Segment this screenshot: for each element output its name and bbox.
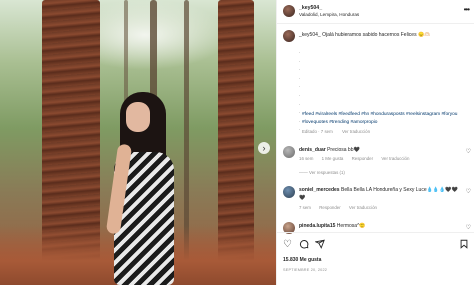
bookmark-icon[interactable] [459,239,469,253]
comment-text: soniel_mercedes Bella Bella LA Hondureña… [299,186,461,202]
caption-hashtags[interactable]: #feed #viralreels #feedfeed #hn #hondura… [302,111,472,127]
heart-icon[interactable]: ♡ [283,239,292,251]
view-replies-label[interactable]: Ver respuestas (1) [309,170,345,175]
comment-username[interactable]: denis_duar [299,147,326,153]
share-icon[interactable] [314,239,325,253]
comment-body: Hermosa^🙂 [336,223,366,229]
comment-text: denis_duar Preciosa bb🖤 [299,146,461,154]
translate-link[interactable]: Ver traducción [381,156,409,161]
post-date: SEPTIEMBRE 20, 2022 [283,268,328,272]
post-actions: ♡ 15.830 Me gusta SEPTIEMBRE 20, 2022 [277,232,474,282]
caption-text: _key504_ Ojalá hubieramos sabido hacerno… [299,32,431,38]
heart-icon[interactable]: ♡ [466,224,471,231]
avatar[interactable] [283,5,295,17]
heart-icon[interactable]: ♡ [466,148,471,155]
comment-time: 16 sem [299,156,314,161]
likes-count[interactable]: 15.830 Me gusta [283,257,321,263]
comment-meta: 16 sem 1 Me gusta Responder Ver traducci… [299,156,416,161]
comment-username[interactable]: soniel_mercedes [299,187,340,193]
comment-meta: 7 sem Responder Ver traducción [299,205,384,210]
avatar[interactable] [283,30,295,42]
caption-dots: . . . . . . . . . . [299,49,301,133]
post-photo[interactable]: › [0,0,276,285]
post-username[interactable]: _key504_ [299,5,322,11]
heart-icon[interactable]: ♡ [466,188,471,195]
avatar[interactable] [283,146,295,158]
translate-link[interactable]: Ver traducción [349,205,377,210]
avatar[interactable] [283,186,295,198]
person-face [126,102,150,132]
more-icon[interactable]: ••• [464,5,470,14]
comment-text: pineda.lupita15 Hermosa^🙂 [299,222,461,230]
photo-person [105,92,180,285]
reply-button[interactable]: Responder [352,156,373,161]
comment-icon[interactable] [299,239,309,253]
comment-time: 7 sem [299,205,311,210]
post-header: _key504_ Valadolid, Lempira, Honduras ••… [277,0,474,24]
post-location[interactable]: Valadolid, Lempira, Honduras [299,12,359,17]
chevron-right-icon[interactable]: › [258,142,270,154]
post-side-panel: _key504_ Valadolid, Lempira, Honduras ••… [276,0,474,285]
caption-time: Editado · 7 sem [302,129,333,134]
comment-username[interactable]: pineda.lupita15 [299,223,335,229]
view-replies-link[interactable]: —— Ver respuestas (1) [299,170,345,175]
comment-likes[interactable]: 1 Me gusta [322,156,344,161]
reply-button[interactable]: Responder [319,205,340,210]
comment-body: Preciosa bb🖤 [327,147,360,153]
caption-meta: Editado · 7 sem Ver traducción [302,129,378,134]
caption-translate-link[interactable]: Ver traducción [342,129,370,134]
